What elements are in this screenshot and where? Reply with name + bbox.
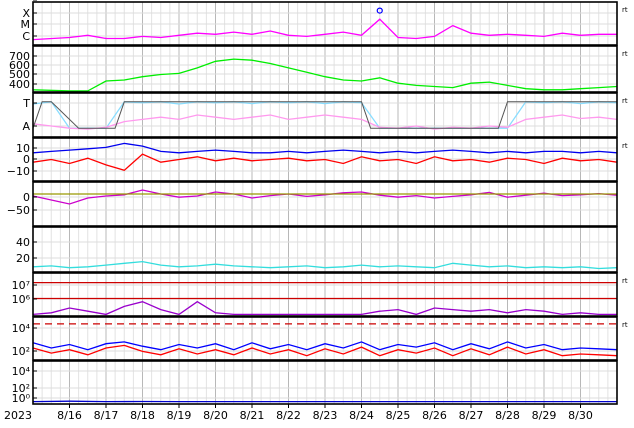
x-tick-label: 8/30 (568, 409, 593, 422)
x-tick-label: 8/28 (495, 409, 520, 422)
side-label: rt (622, 321, 628, 329)
x-tick-label: 8/25 (386, 409, 411, 422)
side-label: rt (622, 277, 628, 285)
x-tick-label: 8/23 (313, 409, 338, 422)
x-tick-label: 8/18 (130, 409, 155, 422)
side-label: rt (622, 50, 628, 58)
x-tick-label: 8/21 (240, 409, 265, 422)
side-label: rt (622, 6, 628, 14)
x-tick-label: 8/16 (57, 409, 82, 422)
y-tick-label: 10² (12, 345, 30, 358)
side-label: rt (622, 97, 628, 105)
y-tick-label: 10⁷ (12, 279, 30, 292)
panel-xray-class: XMCrt (21, 2, 628, 45)
x-tick-label: 8/19 (167, 409, 192, 422)
y-tick-label: 10⁶ (12, 293, 31, 306)
y-tick-label: −50 (7, 204, 30, 217)
chart-canvas: XMCrt700600500400rtTArt100−10rt0−5040201… (0, 0, 634, 424)
y-tick-label: 0 (23, 191, 30, 204)
y-tick-label: 20 (16, 252, 30, 265)
y-tick-label: 400 (9, 78, 30, 91)
x-tick-label: 8/20 (203, 409, 228, 422)
y-tick-label: 10⁰ (12, 392, 31, 405)
x-tick-label: 8/29 (532, 409, 557, 422)
y-tick-label: 10⁰ (12, 0, 31, 3)
y-tick-label: A (22, 120, 30, 133)
x-tick-label: 8/17 (94, 409, 119, 422)
x-tick-label: 8/27 (459, 409, 484, 422)
x-axis: 2023 8/16 8/17 8/18 8/19 8/20 8/21 8/22 8/23 8/24… (4, 404, 593, 422)
panel-proton-flux: 10⁴ 10² 10⁰ rt (12, 0, 628, 360)
x-tick-label: 8/24 (349, 409, 374, 422)
solar-activity-chart: XMCrt700600500400rtTArt100−10rt0−5040201… (0, 0, 634, 424)
y-tick-label: T (22, 97, 30, 110)
x-tick-label: 8/26 (422, 409, 447, 422)
year-label: 2023 (4, 409, 32, 422)
y-tick-label: 10⁴ (12, 365, 31, 378)
y-tick-label: 40 (16, 236, 30, 249)
y-tick-label: 10⁴ (12, 322, 31, 335)
y-tick-label: C (22, 30, 30, 43)
side-label: rt (622, 142, 628, 150)
y-tick-label: −10 (7, 165, 30, 178)
x-tick-label: 8/22 (276, 409, 301, 422)
panel-electron-flux: 10⁷10⁶ rt (12, 273, 628, 316)
